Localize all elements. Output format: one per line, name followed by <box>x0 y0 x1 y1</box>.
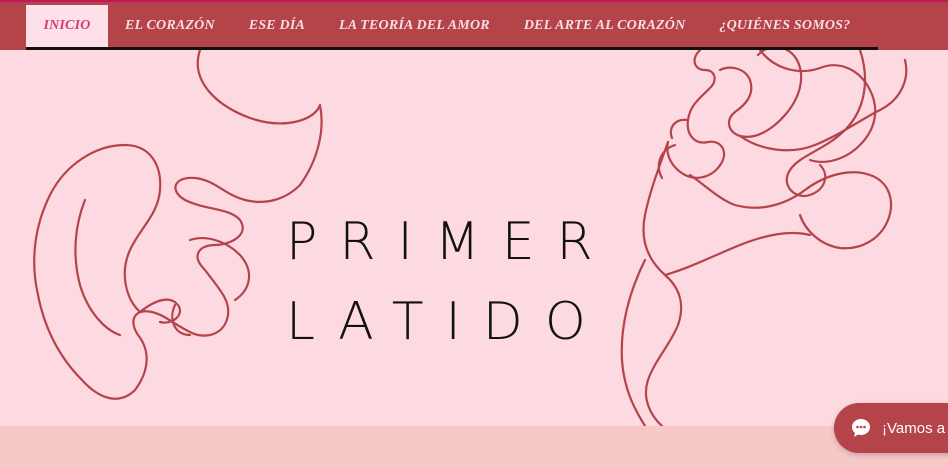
chat-widget-label: ¡Vamos a <box>882 419 946 437</box>
nav-item-la-teoria-del-amor[interactable]: LA TEORÍA DEL AMOR <box>322 5 507 47</box>
page: INICIO EL CORAZÓN ESE DÍA LA TEORÍA DEL … <box>0 0 948 468</box>
bottom-strip <box>0 426 948 468</box>
nav-item-inicio[interactable]: INICIO <box>26 5 108 47</box>
chat-bubble-icon <box>850 417 872 439</box>
nav-item-quienes-somos[interactable]: ¿QUIÉNES SOMOS? <box>702 5 867 47</box>
nav-menu: INICIO EL CORAZÓN ESE DÍA LA TEORÍA DEL … <box>26 5 867 47</box>
top-nav-bar: INICIO EL CORAZÓN ESE DÍA LA TEORÍA DEL … <box>0 0 948 51</box>
hero-title: PRIMER LATIDO <box>286 202 615 362</box>
nav-item-ese-dia[interactable]: ESE DÍA <box>232 5 322 47</box>
nav-item-del-arte-al-corazon[interactable]: DEL ARTE AL CORAZÓN <box>507 5 703 47</box>
hero-title-line-1: PRIMER <box>286 212 615 272</box>
chat-widget-button[interactable]: ¡Vamos a <box>834 403 948 453</box>
nav-item-el-corazon[interactable]: EL CORAZÓN <box>108 5 232 47</box>
hero-section: PRIMER LATIDO <box>0 50 948 426</box>
hero-title-line-2: LATIDO <box>286 292 608 352</box>
